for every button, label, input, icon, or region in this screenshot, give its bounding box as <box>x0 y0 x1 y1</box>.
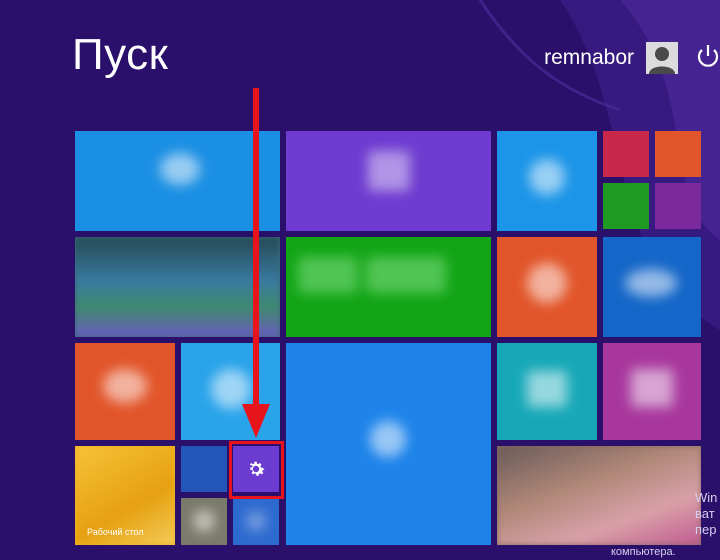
activation-watermark: Win ват пер <box>695 490 718 537</box>
activation-watermark-bottom: компьютера. <box>611 546 676 558</box>
red-arrow-annotation <box>242 88 270 438</box>
